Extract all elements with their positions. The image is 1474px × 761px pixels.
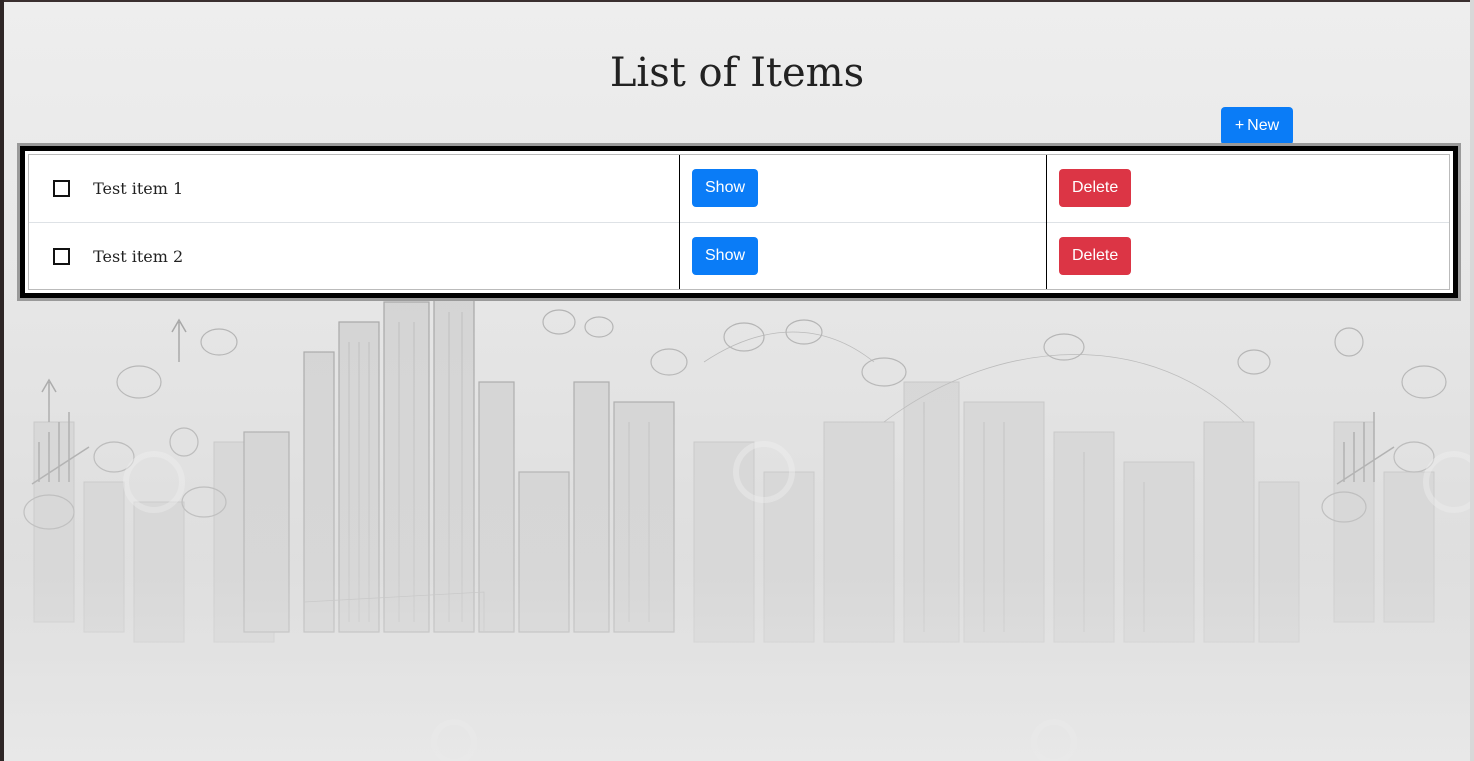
window-right-edge [1470, 0, 1474, 761]
new-button-label: New [1247, 117, 1280, 134]
page-viewport: List of Items + New Test item 1 Show Del… [4, 2, 1470, 761]
checkbox-icon[interactable] [53, 180, 70, 198]
table-row: Test item 1 Show Delete [29, 155, 1449, 222]
page-title: List of Items [609, 50, 865, 96]
item-name-cell: Test item 2 [29, 221, 680, 289]
item-delete-cell: Delete [1047, 155, 1450, 222]
item-delete-cell: Delete [1046, 221, 1449, 289]
show-button[interactable]: Show [692, 169, 759, 208]
checkbox-icon[interactable] [53, 247, 70, 265]
table-row: Test item 2 Show Delete [29, 221, 1449, 289]
item-show-cell: Show [679, 155, 1047, 222]
plus-icon: + [1234, 117, 1245, 134]
delete-button[interactable]: Delete [1059, 169, 1132, 208]
item-show-cell: Show [679, 221, 1047, 289]
items-table: Test item 1 Show Delete Test item 2 Show… [29, 155, 1449, 289]
item-label: Test item 1 [93, 179, 184, 199]
show-button[interactable]: Show [692, 236, 759, 275]
item-label: Test item 2 [93, 246, 184, 266]
delete-button[interactable]: Delete [1059, 236, 1132, 275]
new-item-button[interactable]: + New [1221, 107, 1293, 145]
item-name-cell: Test item 1 [29, 155, 680, 222]
items-table-container: Test item 1 Show Delete Test item 2 Show… [28, 154, 1450, 290]
items-table-frame: Test item 1 Show Delete Test item 2 Show… [20, 146, 1458, 298]
